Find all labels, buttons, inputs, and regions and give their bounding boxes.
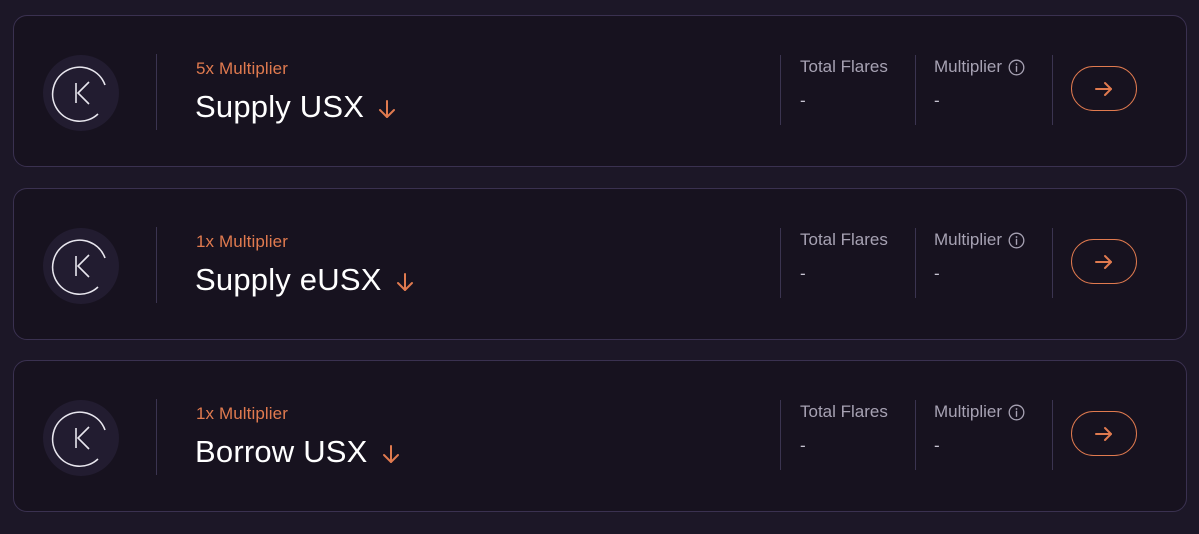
go-button[interactable]: [1071, 239, 1137, 284]
multiplier-label: Multiplier: [934, 57, 1025, 77]
go-button[interactable]: [1071, 411, 1137, 456]
opportunity-title: Supply USX: [195, 89, 365, 124]
arrow-down-icon[interactable]: [394, 271, 416, 293]
multiplier-tag: 1x Multiplier: [196, 404, 288, 423]
opportunity-card: 5x Multiplier Supply USX Total Flares - …: [13, 15, 1187, 167]
divider: [1052, 400, 1053, 470]
divider: [1052, 228, 1053, 298]
multiplier-value: -: [934, 264, 940, 283]
arrow-right-icon: [1095, 81, 1112, 96]
divider: [915, 228, 916, 298]
k-logo-icon: [43, 400, 119, 476]
divider: [156, 227, 157, 303]
divider: [1052, 55, 1053, 125]
title-row[interactable]: Borrow USX: [195, 434, 402, 470]
divider: [780, 400, 781, 470]
total-flares-label: Total Flares: [800, 230, 888, 249]
multiplier-value: -: [934, 91, 940, 110]
total-flares-value: -: [800, 436, 806, 455]
info-icon[interactable]: [1008, 404, 1025, 421]
arrow-right-icon: [1095, 426, 1112, 441]
total-flares-value: -: [800, 91, 806, 110]
multiplier-label: Multiplier: [934, 230, 1025, 250]
divider: [780, 228, 781, 298]
multiplier-tag: 5x Multiplier: [196, 59, 288, 78]
divider: [780, 55, 781, 125]
multiplier-label: Multiplier: [934, 402, 1025, 422]
info-icon[interactable]: [1008, 232, 1025, 249]
arrow-right-icon: [1095, 254, 1112, 269]
divider: [156, 399, 157, 475]
arrow-down-icon[interactable]: [380, 443, 402, 465]
opportunity-card: 1x Multiplier Supply eUSX Total Flares -…: [13, 188, 1187, 340]
go-button[interactable]: [1071, 66, 1137, 111]
title-row[interactable]: Supply USX: [195, 89, 398, 125]
k-logo-icon: [43, 228, 119, 304]
opportunity-list: 5x Multiplier Supply USX Total Flares - …: [0, 0, 1199, 534]
arrow-down-icon[interactable]: [376, 98, 398, 120]
multiplier-tag: 1x Multiplier: [196, 232, 288, 251]
k-logo-icon: [43, 55, 119, 131]
title-row[interactable]: Supply eUSX: [195, 262, 416, 298]
divider: [156, 54, 157, 130]
multiplier-value: -: [934, 436, 940, 455]
divider: [915, 55, 916, 125]
total-flares-label: Total Flares: [800, 57, 888, 76]
total-flares-label: Total Flares: [800, 402, 888, 421]
opportunity-title: Supply eUSX: [195, 262, 382, 297]
divider: [915, 400, 916, 470]
opportunity-title: Borrow USX: [195, 434, 368, 469]
total-flares-value: -: [800, 264, 806, 283]
opportunity-card: 1x Multiplier Borrow USX Total Flares - …: [13, 360, 1187, 512]
info-icon[interactable]: [1008, 59, 1025, 76]
